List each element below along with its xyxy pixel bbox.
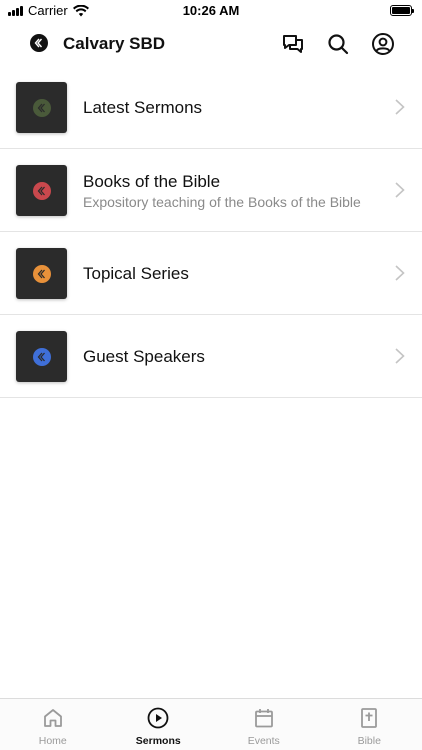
chevron-right-icon [395, 182, 405, 198]
tab-label-bible: Bible [357, 735, 381, 747]
status-time: 10:26 AM [182, 3, 240, 18]
app-header: Calvary SBD [0, 24, 422, 64]
profile-button[interactable] [371, 32, 395, 56]
item-title: Latest Sermons [83, 97, 203, 117]
home-icon [43, 709, 62, 727]
chat-icon [283, 35, 303, 53]
tab-sermons[interactable]: Sermons [106, 699, 212, 750]
chat-button[interactable] [281, 32, 305, 56]
item-title: Guest Speakers [83, 346, 205, 366]
category-logo-icon [32, 181, 51, 200]
battery-icon [390, 5, 414, 16]
profile-icon [372, 33, 394, 55]
chevron-right-icon [395, 99, 405, 115]
app-title: Calvary SBD [63, 34, 166, 53]
calendar-icon [254, 709, 273, 728]
item-title: Topical Series [83, 263, 189, 283]
tab-home[interactable]: Home [0, 699, 106, 750]
tab-bible[interactable]: Bible [317, 699, 422, 750]
tab-bar: Home Sermons Events Bible [0, 698, 422, 750]
search-icon [328, 34, 349, 55]
brand-logo-icon [30, 34, 48, 52]
status-bar: Carrier 10:26 AM [0, 0, 422, 22]
tab-label-home: Home [38, 735, 67, 747]
tab-label-events: Events [247, 735, 280, 747]
list-item-guest-speakers[interactable]: Guest Speakers [0, 315, 422, 398]
category-thumbnail [16, 331, 67, 382]
category-logo-icon [32, 264, 51, 283]
list-item-topical-series[interactable]: Topical Series [0, 232, 422, 315]
category-thumbnail [16, 248, 67, 299]
list-item-latest-sermons[interactable]: Latest Sermons [0, 66, 422, 149]
category-logo-icon [32, 98, 51, 117]
list-item-books-of-the-bible[interactable]: Books of the Bible Expository teaching o… [0, 149, 422, 232]
category-thumbnail [16, 165, 67, 216]
tab-label-sermons: Sermons [135, 735, 181, 747]
sermon-category-list: Latest Sermons Books of the Bible Exposi… [0, 66, 422, 398]
tab-events[interactable]: Events [211, 699, 317, 750]
play-circle-icon [147, 707, 169, 729]
item-title: Books of the Bible [83, 171, 221, 191]
item-subtitle: Expository teaching of the Books of the … [83, 193, 361, 210]
search-button[interactable] [326, 32, 350, 56]
chevron-right-icon [395, 348, 405, 364]
chevron-right-icon [395, 265, 405, 281]
category-thumbnail [16, 82, 67, 133]
category-logo-icon [32, 347, 51, 366]
bible-icon [361, 708, 378, 728]
